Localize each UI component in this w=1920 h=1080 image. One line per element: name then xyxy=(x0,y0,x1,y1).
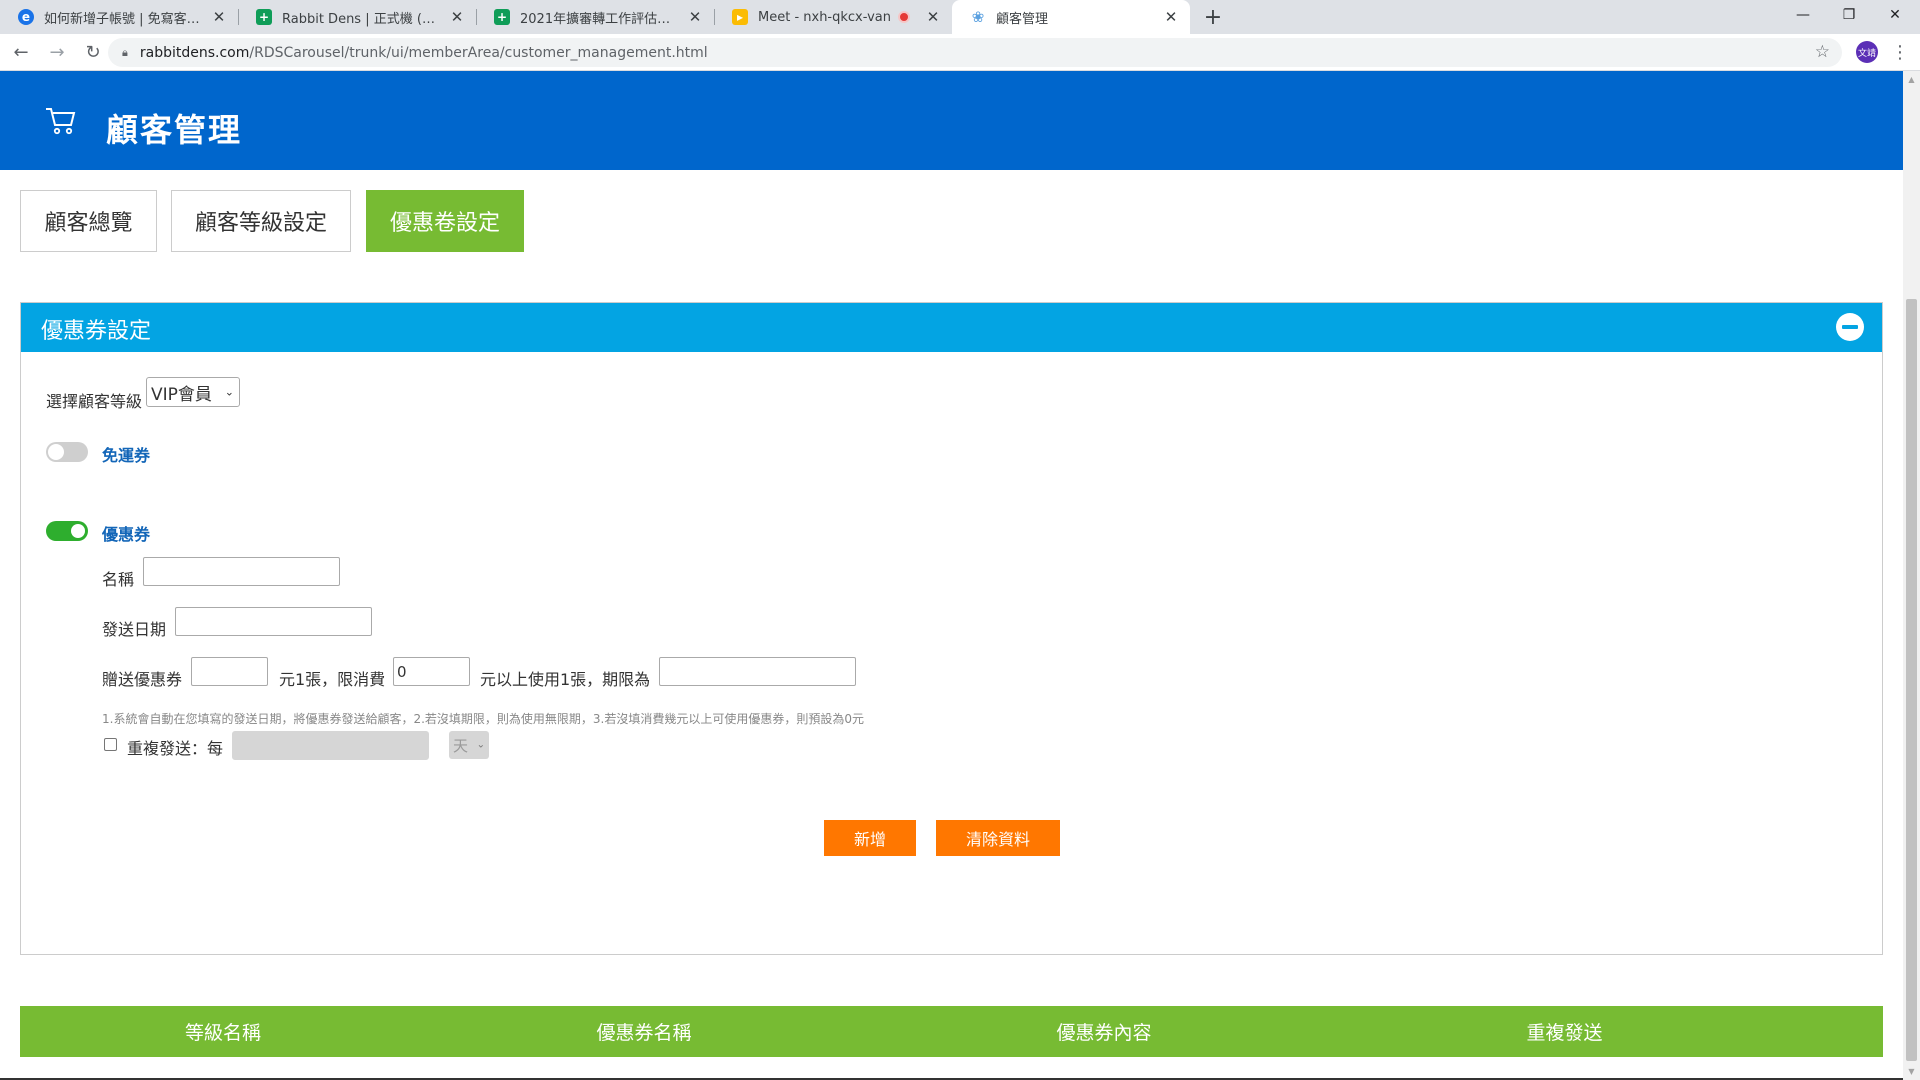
url-path: /RDSCarousel/trunk/ui/memberArea/custome… xyxy=(249,44,708,61)
browser-tab[interactable]: + Rabbit Dens | 正式機 (2021) - G ✕ xyxy=(238,0,476,34)
per-coupon-label: 元1張，限消費 xyxy=(279,670,386,689)
tab-title: 如何新增子帳號 | 免寫客服中心 xyxy=(44,11,204,27)
close-icon[interactable]: ✕ xyxy=(210,8,228,26)
validity-input[interactable] xyxy=(659,657,856,686)
scroll-up-icon[interactable]: ▲ xyxy=(1903,71,1920,88)
page-title: 顧客管理 xyxy=(106,111,243,149)
page-header: 顧客管理 xyxy=(0,71,1903,170)
free-shipping-toggle[interactable] xyxy=(46,442,88,462)
window-close-icon[interactable]: ✕ xyxy=(1872,0,1918,30)
page-viewport: 顧客管理 顧客總覽 顧客等級設定 優惠卷設定 優惠券設定 選擇顧客等級 VIP會… xyxy=(0,71,1903,1080)
sheets-icon: + xyxy=(494,9,510,25)
send-date-input[interactable] xyxy=(175,607,372,636)
validity-label: 元以上使用1張，期限為 xyxy=(480,670,651,689)
url-host: rabbitdens.com xyxy=(139,44,250,61)
recording-icon xyxy=(898,11,910,23)
bookmark-star-icon[interactable]: ☆ xyxy=(1815,42,1830,62)
column-header-repeat-send: 重複發送 xyxy=(1526,1022,1603,1044)
repeat-interval-input[interactable] xyxy=(232,731,429,760)
tab-title: 2021年擴審轉工作評估表-kun - xyxy=(520,11,680,27)
panel-header: 優惠券設定 xyxy=(21,303,1882,352)
panel-title: 優惠券設定 xyxy=(41,319,152,344)
customer-level-select[interactable]: VIP會員 ⌄ xyxy=(146,377,240,407)
tab-title: 顧客管理 xyxy=(996,11,1049,27)
repeat-unit-select[interactable]: 天 ⌄ xyxy=(449,731,489,759)
close-icon[interactable]: ✕ xyxy=(1162,8,1180,26)
column-header-level-name: 等級名稱 xyxy=(184,1022,261,1044)
level-select-label: 選擇顧客等級 xyxy=(46,392,143,411)
chevron-down-icon: ⌄ xyxy=(224,385,234,399)
browser-tab[interactable]: e 如何新增子帳號 | 免寫客服中心 ✕ xyxy=(0,0,238,34)
repeat-send-label: 重複發送：每 xyxy=(127,739,224,758)
rabbit-icon: ❀ xyxy=(971,8,985,26)
tab-coupon-settings[interactable]: 優惠卷設定 xyxy=(366,190,524,252)
clear-data-button[interactable]: 清除資料 xyxy=(936,820,1060,856)
coupon-settings-panel: 優惠券設定 選擇顧客等級 VIP會員 ⌄ 免運券 優惠券 名稱 發送日期 贈送優… xyxy=(20,302,1883,955)
customer-level-value: VIP會員 xyxy=(151,384,212,405)
tab-customer-level-settings[interactable]: 顧客等級設定 xyxy=(171,190,351,252)
scroll-down-icon[interactable]: ▼ xyxy=(1903,1063,1920,1080)
scrollbar-thumb[interactable] xyxy=(1906,299,1917,1061)
send-date-label: 發送日期 xyxy=(102,620,167,639)
forward-icon[interactable]: → xyxy=(42,37,72,67)
meet-icon: ▸ xyxy=(732,9,748,25)
min-spend-input[interactable]: 0 xyxy=(393,657,470,686)
lock-icon: 🔒︎ xyxy=(122,45,128,59)
column-header-coupon-name: 優惠券名稱 xyxy=(596,1022,692,1044)
add-button[interactable]: 新增 xyxy=(824,820,916,856)
cart-icon xyxy=(46,108,76,135)
sheets-icon: + xyxy=(256,9,272,25)
restore-icon[interactable]: ❐ xyxy=(1826,0,1872,30)
coupon-amount-input[interactable] xyxy=(191,657,268,686)
menu-icon[interactable]: ⋮ xyxy=(1890,40,1910,64)
column-header-coupon-content: 優惠券內容 xyxy=(1056,1022,1152,1044)
url-input[interactable]: 🔒︎ rabbitdens.com/RDSCarousel/trunk/ui/m… xyxy=(108,38,1842,67)
free-shipping-label: 免運券 xyxy=(102,446,151,465)
profile-avatar[interactable]: 文靖 xyxy=(1856,41,1878,63)
new-tab-button[interactable]: + xyxy=(1196,0,1230,34)
reload-icon[interactable]: ↻ xyxy=(78,37,108,67)
coupon-name-label: 名稱 xyxy=(102,570,135,589)
coupon-name-input[interactable] xyxy=(143,557,340,586)
chevron-down-icon: ⌄ xyxy=(476,739,485,751)
back-icon[interactable]: ← xyxy=(6,37,36,67)
tab-title: Rabbit Dens | 正式機 (2021) - G xyxy=(282,11,442,27)
close-icon[interactable]: ✕ xyxy=(924,8,942,26)
page-scrollbar[interactable]: ▲ ▼ xyxy=(1903,71,1920,1080)
repeat-unit-value: 天 xyxy=(453,736,469,755)
coupon-label: 優惠券 xyxy=(102,525,151,544)
edge-icon: e xyxy=(18,9,34,25)
gift-coupon-label: 贈送優惠券 xyxy=(102,670,183,689)
coupon-toggle[interactable] xyxy=(46,521,88,541)
coupon-table-header: 等級名稱 優惠券名稱 優惠券內容 重複發送 xyxy=(20,1006,1883,1057)
browser-tab-active[interactable]: ❀ 顧客管理 ✕ xyxy=(952,0,1190,34)
close-icon[interactable]: ✕ xyxy=(448,8,466,26)
collapse-icon[interactable] xyxy=(1836,313,1864,341)
tab-title: Meet - nxh-qkcx-van xyxy=(758,9,891,25)
tab-customer-overview[interactable]: 顧客總覽 xyxy=(20,190,157,252)
help-note: 1.系統會自動在您填寫的發送日期，將優惠券發送給顧客，2.若沒填期限，則為使用無… xyxy=(102,712,864,726)
browser-tab[interactable]: ▸ Meet - nxh-qkcx-van ✕ xyxy=(714,0,952,34)
address-bar: ← → ↻ 🔒︎ rabbitdens.com/RDSCarousel/trun… xyxy=(0,34,1920,71)
minimize-icon[interactable]: — xyxy=(1780,0,1826,30)
browser-tab[interactable]: + 2021年擴審轉工作評估表-kun - ✕ xyxy=(476,0,714,34)
close-icon[interactable]: ✕ xyxy=(686,8,704,26)
browser-tab-strip: e 如何新增子帳號 | 免寫客服中心 ✕ + Rabbit Dens | 正式機… xyxy=(0,0,1920,34)
repeat-send-checkbox[interactable] xyxy=(104,738,117,751)
